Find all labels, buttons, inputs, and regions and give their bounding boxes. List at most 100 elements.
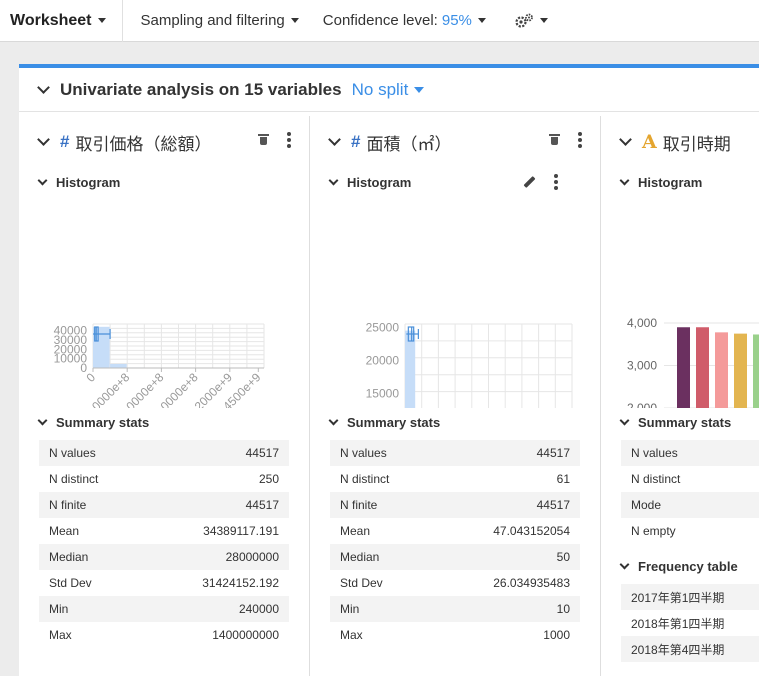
collapse-chevron-icon[interactable] (619, 133, 632, 146)
section-title: Frequency table (638, 558, 738, 574)
variable-card-period: A 取引時期 Histogram 01,0002,0003,0004,00020… (601, 116, 759, 676)
y-tick-label: 2,000 (627, 401, 657, 408)
stat-row: N distinct 250 (39, 466, 289, 492)
y-tick-label: 15000 (366, 387, 400, 401)
histogram-section-header[interactable]: Histogram (619, 172, 703, 192)
worksheet-menu[interactable]: Worksheet (0, 0, 123, 42)
variable-card-area: # 面積（㎡） Histogram 0500010000150002000025… (310, 116, 601, 676)
collapse-chevron-icon (619, 175, 630, 185)
chevron-down-icon (290, 18, 299, 23)
numeric-type-icon: # (60, 132, 70, 151)
stat-row: N finite 44517 (330, 492, 580, 518)
numeric-type-icon: # (351, 132, 361, 151)
stat-value: 61 (556, 472, 570, 486)
collapse-chevron-icon (37, 175, 48, 185)
stat-row: N values 44517 (39, 440, 289, 466)
worksheet-title: Worksheet (10, 11, 92, 29)
collapse-chevron-icon (37, 415, 48, 425)
stat-value: 44517 (245, 498, 279, 512)
stat-row: Min 10 (330, 596, 580, 622)
chevron-down-icon (477, 18, 486, 23)
stat-label: Mode (631, 498, 662, 512)
stat-label: Mean (340, 524, 371, 538)
collapse-chevron-icon (619, 415, 630, 425)
stat-value: 1000 (543, 628, 570, 642)
sampling-menu[interactable]: Sampling and filtering (131, 0, 309, 42)
histogram-bar (110, 363, 127, 368)
stat-label: N distinct (340, 472, 390, 486)
settings-menu[interactable] (504, 0, 558, 42)
stat-label: N values (49, 446, 96, 460)
section-title: Summary stats (347, 414, 441, 430)
stat-row: N values (621, 440, 759, 466)
histogram-chart: 01000020000300004000003.0000e+86.0000e+8… (54, 323, 265, 408)
frequency-row: 2018年第1四半期 (631, 616, 725, 631)
collapse-chevron-icon (328, 415, 339, 425)
stat-label: Median (49, 550, 89, 564)
variable-name: 面積（㎡） (366, 134, 452, 154)
collapse-chevron-icon[interactable] (37, 80, 50, 94)
category-bar (753, 334, 759, 408)
category-bar (715, 332, 728, 408)
section-title: Summary stats (638, 414, 732, 430)
card-header: # 面積（㎡） (328, 130, 590, 154)
frequency-table: 2017年第1四半期 2018年第1四半期 2018年第4四半期 (621, 584, 759, 662)
histogram-bar (405, 330, 416, 408)
y-tick-label: 40000 (54, 324, 88, 338)
stat-value: 34389117.191 (203, 524, 279, 538)
section-title: Histogram (638, 174, 703, 190)
stat-row: N distinct 61 (330, 466, 580, 492)
stat-row: Median 50 (330, 544, 580, 570)
collapse-chevron-icon (328, 175, 339, 185)
stat-label: N values (340, 446, 387, 460)
trash-icon[interactable] (549, 134, 560, 146)
text-type-icon: A (642, 131, 657, 153)
summary-stats-table: N values 44517 N distinct 250 N finite 44517 M… (39, 440, 289, 648)
stat-row: N values 44517 (330, 440, 580, 466)
stat-label: N values (631, 446, 678, 460)
stat-label: N finite (340, 498, 378, 512)
summary-section-header[interactable]: Summary stats (619, 412, 732, 432)
panel-header: Univariate analysis on 15 variables No s… (19, 68, 759, 112)
univariate-panel: Univariate analysis on 15 variables No s… (19, 64, 759, 676)
stat-row: Std Dev 26.034935483 (330, 570, 580, 596)
stat-label: Std Dev (49, 576, 92, 590)
stat-value: 10 (556, 602, 570, 616)
histogram-section-header[interactable]: Histogram (37, 172, 120, 192)
top-toolbar: Worksheet Sampling and filtering Confide… (0, 0, 759, 42)
summary-section-header[interactable]: Summary stats (37, 412, 150, 432)
stat-label: Median (340, 550, 380, 564)
more-options-icon[interactable] (578, 132, 582, 148)
histogram-chart: 050001000015000200002500003006009001200 (366, 320, 573, 408)
histogram-section-header[interactable]: Histogram (328, 172, 580, 192)
summary-section-header[interactable]: Summary stats (328, 412, 441, 432)
frequency-section-header[interactable]: Frequency table (619, 556, 738, 576)
trash-icon[interactable] (258, 134, 269, 146)
stat-value: 240000 (238, 602, 279, 616)
variable-card-price: # 取引価格（総額） Histogram 0 10000 20000 30000 400… (19, 116, 310, 676)
frequency-row: 2017年第1四半期 (621, 584, 759, 610)
stat-label: Mean (49, 524, 80, 538)
stat-value: 28000000 (225, 550, 279, 564)
summary-stats-table: N values N distinct Mode N empty (621, 440, 759, 544)
section-title: Summary stats (56, 414, 150, 430)
stat-value: 250 (258, 472, 279, 486)
split-selector[interactable]: No split (352, 80, 425, 100)
stat-value: 31424152.192 (202, 576, 279, 590)
more-options-icon[interactable] (554, 174, 558, 190)
chevron-down-icon (97, 18, 106, 23)
card-header: A 取引時期 (619, 130, 759, 154)
more-options-icon[interactable] (287, 132, 291, 148)
stat-value: 44517 (536, 498, 570, 512)
collapse-chevron-icon[interactable] (328, 133, 341, 146)
stat-label: Std Dev (340, 576, 383, 590)
stat-row: Max 1400000000 (39, 622, 289, 648)
stat-label: N empty (631, 524, 676, 538)
collapse-chevron-icon[interactable] (37, 133, 50, 146)
stat-value: 26.034935483 (493, 576, 570, 590)
stat-row: Max 1000 (330, 622, 580, 648)
confidence-menu[interactable]: Confidence level: 95% (313, 0, 496, 42)
stat-label: Min (49, 602, 69, 616)
stat-label: N distinct (49, 472, 99, 486)
pencil-icon[interactable] (523, 175, 536, 189)
